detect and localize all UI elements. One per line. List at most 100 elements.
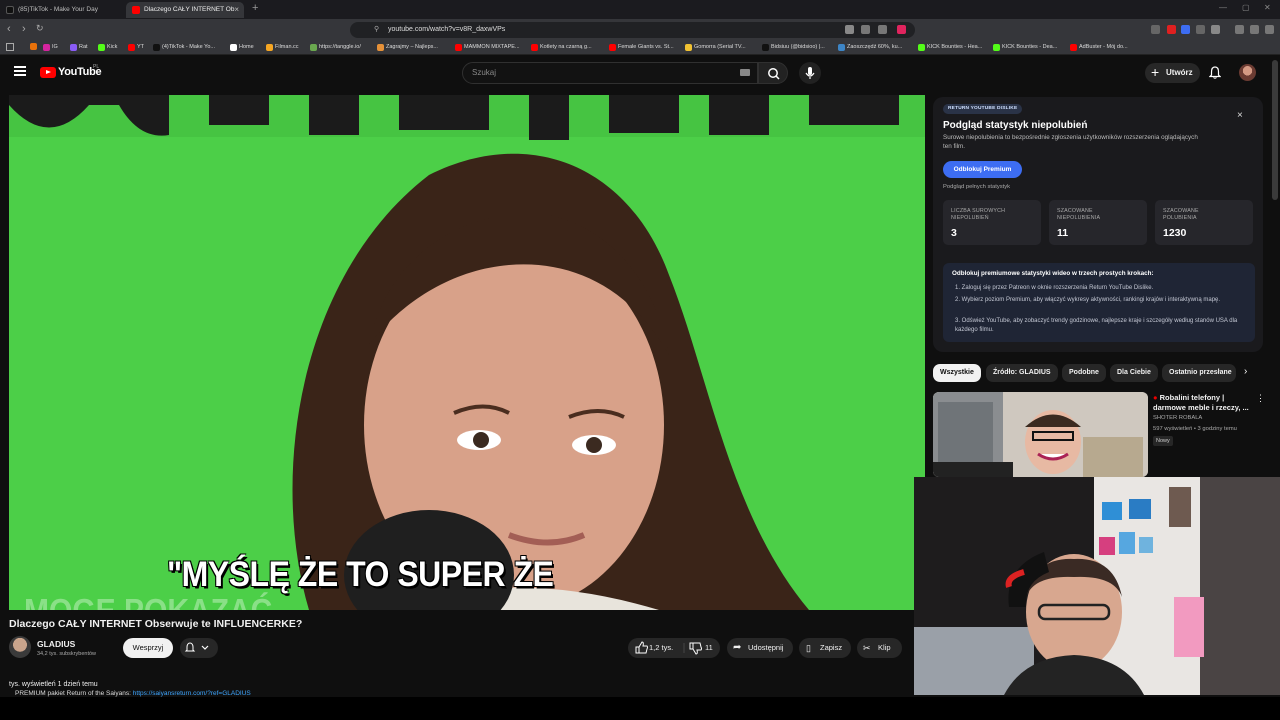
minimize-icon[interactable]: — — [1219, 3, 1227, 12]
bookmark-favicon-icon — [70, 44, 77, 51]
ryd-title: Podgląd statystyk niepolubień — [943, 120, 1088, 131]
browser-tab-youtube[interactable]: Dlaczego CAŁY INTERNET Ob × — [126, 2, 244, 18]
bookmark-item[interactable]: Kick — [98, 42, 117, 52]
ryd-steps-title: Odblokuj premiumowe statystyki wideo w t… — [952, 270, 1154, 277]
chip-for-you[interactable]: Dla Ciebie — [1110, 364, 1158, 382]
puzzle-icon[interactable] — [1211, 25, 1220, 34]
browser-tab-tiktok[interactable]: (85)TikTok - Make Your Day — [0, 2, 122, 18]
dislike-count[interactable]: 11 — [705, 638, 713, 658]
recommended-channel[interactable]: SHOTER ROBALA — [1153, 415, 1202, 421]
chip-source-gladius[interactable]: Źródło: GLADIUS — [986, 364, 1058, 382]
bookmark-label: MAMMON MIXTAPE... — [464, 44, 520, 50]
chip-recently-uploaded[interactable]: Ostatnio przesłane — [1162, 364, 1236, 382]
profile-icon[interactable] — [1250, 25, 1259, 34]
bookmark-favicon-icon — [1070, 44, 1077, 51]
extension-icon[interactable] — [1196, 25, 1205, 34]
zoom-icon[interactable] — [845, 25, 854, 34]
streamer-webcam-overlay — [914, 477, 1280, 695]
unlock-premium-button[interactable]: Odblokuj Premium — [943, 161, 1022, 178]
bookmark-item[interactable]: Bidsiuu (@bidsioo) |... — [762, 42, 825, 52]
browser-menu-icon[interactable] — [1265, 25, 1274, 34]
clip-button[interactable]: ✂ Klip — [857, 638, 902, 658]
bookmark-item[interactable]: MAMMON MIXTAPE... — [455, 42, 520, 52]
extension-icon[interactable] — [1181, 25, 1190, 34]
maximize-icon[interactable]: ▢ — [1242, 3, 1250, 12]
bookmark-label: Zagrajmy – Najleps... — [386, 44, 438, 50]
ryd-step: 3. Odśwież YouTube, aby zobaczyć trendy … — [955, 318, 1238, 333]
ryd-close-icon[interactable]: × — [1237, 110, 1243, 121]
bookmark-label: AdBuster - Mój do... — [1079, 44, 1128, 50]
hamburger-menu-icon[interactable] — [14, 66, 26, 76]
live-dot-icon: ● — [1153, 393, 1160, 402]
chip-all[interactable]: Wszystkie — [933, 364, 981, 382]
bookmark-item[interactable]: Filman.cc — [266, 42, 299, 52]
chip-related[interactable]: Podobne — [1062, 364, 1106, 382]
description-meta[interactable]: tys. wyświetleń 1 dzień temu — [9, 681, 98, 688]
ryd-badge: RETURN YOUTUBE DISLIKE — [943, 104, 1023, 114]
channel-name[interactable]: GLADIUS — [37, 639, 75, 649]
stat-value: 1230 — [1163, 227, 1187, 239]
stat-value: 11 — [1057, 227, 1069, 239]
extension-badge-icon[interactable] — [897, 25, 906, 34]
close-tab-icon[interactable]: × — [234, 2, 239, 18]
channel-avatar[interactable] — [9, 636, 31, 658]
save-button[interactable]: ▯ Zapisz — [799, 638, 851, 658]
bookmark-item[interactable]: Zagrajmy – Najleps... — [377, 42, 438, 52]
bookmark-item[interactable]: KICK Bounties - Dea... — [993, 42, 1057, 52]
account-avatar[interactable] — [1239, 64, 1256, 81]
bookmark-label: YT — [137, 44, 145, 50]
description-link[interactable]: https://saiyansreturn.com/?ref=GLADIUS — [133, 690, 251, 697]
taskbar-strip — [0, 697, 1280, 720]
new-tab-button[interactable]: + — [252, 2, 258, 14]
window-close-icon[interactable]: ✕ — [1264, 3, 1271, 12]
support-button[interactable]: Wesprzyj — [123, 638, 173, 658]
notification-toggle-button[interactable] — [180, 638, 218, 658]
bookmark-item[interactable]: AdBuster - Mój do... — [1070, 42, 1128, 52]
bookmark-item[interactable]: Zaoszczędź 60%, ku... — [838, 42, 902, 52]
description-text[interactable]: PREMIUM pakiet Return of the Saiyans: ht… — [15, 690, 251, 697]
address-bar[interactable]: ⚲ youtube.com/watch?v=v8R_daxwVPs — [350, 22, 915, 38]
video-player[interactable]: "MYŚLĘ ŻE TO SUPER ŻE MOGĘ POKAZAĆ — [9, 95, 925, 610]
keyboard-icon[interactable] — [740, 69, 750, 76]
youtube-logo-icon[interactable] — [40, 67, 56, 78]
adblock-icon[interactable] — [1167, 25, 1176, 34]
bookmark-item[interactable]: IG — [43, 42, 58, 52]
notifications-bell-icon[interactable] — [1209, 66, 1221, 79]
share-icon[interactable] — [878, 25, 887, 34]
reload-icon[interactable]: ↻ — [36, 23, 44, 34]
webcam-feed — [914, 477, 1280, 695]
forward-icon[interactable]: › — [22, 23, 26, 35]
bookmark-item[interactable]: KICK Bounties - Hea... — [918, 42, 982, 52]
tiktok-icon — [6, 6, 14, 14]
like-count[interactable]: 1,2 tys. — [649, 638, 673, 658]
bookmark-item[interactable]: Home — [230, 42, 254, 52]
page-scrollbar[interactable] — [1272, 60, 1278, 200]
address-url: youtube.com/watch?v=v8R_daxwVPs — [388, 26, 506, 33]
recommended-title[interactable]: ● Robalini telefony | darmowe meble i rz… — [1153, 393, 1253, 412]
bookmark-label: IG — [52, 44, 58, 50]
voice-search-button[interactable] — [799, 62, 821, 84]
share-icon: ➦ — [733, 642, 742, 653]
bookmark-favicon-icon — [43, 44, 50, 51]
site-info-icon[interactable]: ⚲ — [374, 22, 379, 38]
more-options-icon[interactable]: ⋮ — [1256, 393, 1265, 404]
apps-icon[interactable] — [6, 43, 14, 51]
media-icon[interactable] — [1235, 25, 1244, 34]
bookmark-item[interactable]: Kotlety na czarną g... — [531, 42, 592, 52]
bookmark-item[interactable]: Female Giants vs. St... — [609, 42, 674, 52]
search-button[interactable] — [758, 62, 788, 84]
extension-icon[interactable] — [1151, 25, 1160, 34]
bookmark-item[interactable]: Gomorra (Serial TV... — [685, 42, 746, 52]
search-input[interactable]: Szukaj — [462, 62, 758, 84]
stat-label: SZACOWANE POLUBIENIA — [1163, 208, 1199, 221]
recommended-thumbnail[interactable] — [933, 392, 1148, 477]
chevron-right-icon[interactable]: › — [1244, 366, 1247, 377]
bookmark-icon[interactable] — [30, 43, 37, 50]
share-button[interactable]: ➦ Udostępnij — [727, 638, 793, 658]
back-icon[interactable]: ‹ — [7, 23, 11, 35]
bookmark-item[interactable]: (4)TikTok - Make Yo... — [153, 42, 215, 52]
bookmark-item[interactable]: Rat — [70, 42, 88, 52]
bookmark-item[interactable]: https://tanggle.io/ — [310, 42, 361, 52]
bookmark-item[interactable]: YT — [128, 42, 144, 52]
install-icon[interactable] — [861, 25, 870, 34]
